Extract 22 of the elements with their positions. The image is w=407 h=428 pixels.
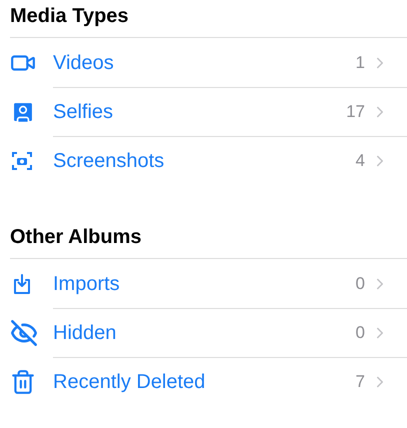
album-row[interactable]: Selfies 17 [10,87,407,136]
section-title: Media Types [9,4,130,29]
album-name: Screenshots [53,149,166,174]
item-count: 0 [356,322,365,344]
album-row[interactable]: Recently Deleted 7 [10,357,407,406]
item-count: 7 [356,371,365,394]
album-row[interactable]: Imports 0 [10,259,407,308]
album-name: Imports [53,272,121,296]
trash-icon [10,368,36,394]
eye-off-icon [10,318,38,346]
album-row[interactable]: Videos 1 [10,38,407,87]
album-name: Videos [53,50,115,76]
item-count: 0 [356,272,365,295]
item-count: 4 [356,150,365,172]
album-name: Selfies [53,100,114,125]
album-name: Hidden [53,321,118,346]
item-count: 1 [356,52,365,74]
album-name: Recently Deleted [53,370,206,395]
item-count: 17 [346,101,365,124]
album-row[interactable]: Screenshots 4 [10,136,407,185]
section-title: Other Albums [9,225,142,250]
album-row[interactable]: Hidden 0 [10,308,407,357]
